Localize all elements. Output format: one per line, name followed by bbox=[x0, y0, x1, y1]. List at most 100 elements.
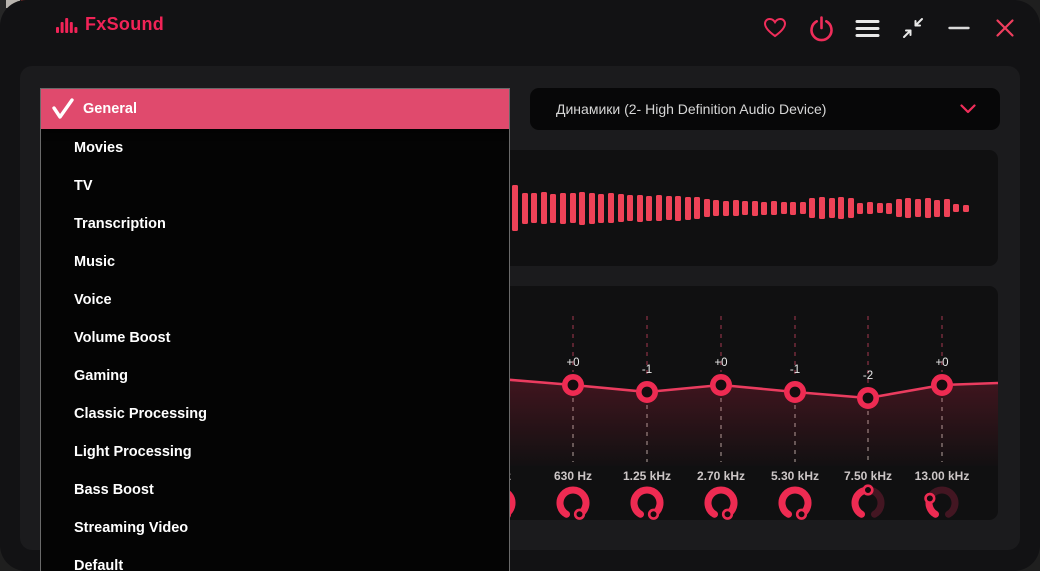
spectrum-bar bbox=[694, 197, 700, 219]
spectrum-bar bbox=[896, 199, 902, 217]
preset-menu-item[interactable]: Volume Boost bbox=[41, 319, 509, 357]
spectrum-bar bbox=[512, 185, 518, 231]
preset-menu-item-label: Voice bbox=[74, 292, 112, 308]
preset-menu-item[interactable]: Voice bbox=[41, 281, 509, 319]
spectrum-bar bbox=[790, 202, 796, 215]
spectrum-bar bbox=[963, 205, 969, 212]
spectrum-bar bbox=[742, 201, 748, 215]
preset-menu-item[interactable]: Streaming Video bbox=[41, 509, 509, 547]
spectrum-bar bbox=[723, 201, 729, 216]
preset-menu-item[interactable]: Bass Boost bbox=[41, 471, 509, 509]
spectrum-bar bbox=[838, 197, 844, 219]
eq-band-handle[interactable] bbox=[565, 377, 581, 393]
preset-menu: General Movies TVTranscriptionMusic Voice Vo… bbox=[40, 88, 510, 571]
eq-band-handle[interactable] bbox=[639, 384, 655, 400]
knob-indicator-dot bbox=[864, 486, 873, 495]
spectrum-bar bbox=[570, 193, 576, 223]
spectrum-bar bbox=[934, 200, 940, 217]
close-icon[interactable] bbox=[982, 0, 1028, 56]
spectrum-bar bbox=[666, 196, 672, 220]
spectrum-bar bbox=[627, 195, 633, 221]
preset-menu-item[interactable]: Gaming bbox=[41, 357, 509, 395]
spectrum-bar bbox=[713, 200, 719, 216]
eq-frequency-label: 2.70 kHz bbox=[697, 469, 745, 483]
spectrum-bar bbox=[608, 193, 614, 223]
equalizer-bars-icon bbox=[56, 16, 78, 34]
preset-menu-items: General Movies TVTranscriptionMusic Voice Vo… bbox=[41, 89, 509, 571]
eq-band-handle[interactable] bbox=[860, 390, 876, 406]
chevron-down-icon bbox=[960, 104, 976, 114]
eq-gain-label: +0 bbox=[714, 357, 727, 369]
eq-frequency-label: 7.50 kHz bbox=[844, 469, 892, 483]
knob-indicator-dot bbox=[797, 510, 806, 519]
preset-menu-item-label: Light Processing bbox=[74, 444, 192, 460]
spectrum-bar bbox=[733, 200, 739, 216]
spectrum-bar bbox=[905, 198, 911, 218]
preset-menu-item-label: Streaming Video bbox=[74, 520, 188, 536]
preset-menu-item-label: Movies bbox=[74, 140, 123, 156]
spectrum-bar bbox=[867, 202, 873, 214]
spectrum-bar bbox=[925, 198, 931, 218]
preset-menu-item[interactable]: Transcription bbox=[41, 205, 509, 243]
eq-band-handle[interactable] bbox=[713, 377, 729, 393]
spectrum-bar bbox=[685, 197, 691, 220]
preset-menu-item-label: Classic Processing bbox=[74, 406, 207, 422]
eq-knob[interactable] bbox=[855, 486, 881, 515]
knob-indicator-dot bbox=[723, 510, 732, 519]
preset-menu-item-label: Bass Boost bbox=[74, 482, 154, 498]
output-device-dropdown[interactable]: Динамики (2- High Definition Audio Devic… bbox=[530, 88, 1000, 130]
preset-menu-item-label: General bbox=[83, 101, 137, 117]
favorite-heart-icon[interactable] bbox=[752, 0, 798, 56]
minimize-icon[interactable] bbox=[936, 0, 982, 56]
preset-menu-item-label: Default bbox=[74, 558, 123, 571]
preset-menu-item[interactable]: Music bbox=[41, 243, 509, 281]
preset-menu-item[interactable]: TV bbox=[41, 167, 509, 205]
spectrum-bar bbox=[781, 202, 787, 214]
knob-indicator-dot bbox=[575, 510, 584, 519]
spectrum-bar bbox=[637, 195, 643, 222]
eq-knob[interactable] bbox=[708, 490, 734, 519]
spectrum-bar bbox=[579, 192, 585, 225]
eq-gain-label: +0 bbox=[935, 357, 948, 369]
eq-knob[interactable] bbox=[560, 490, 586, 519]
spectrum-bar bbox=[589, 193, 595, 224]
power-icon[interactable] bbox=[798, 0, 844, 56]
spectrum-bar bbox=[877, 203, 883, 213]
spectrum-bar bbox=[848, 198, 854, 218]
preset-menu-item-label: Gaming bbox=[74, 368, 128, 384]
spectrum-bar bbox=[915, 199, 921, 217]
eq-gain-label: -2 bbox=[863, 370, 873, 382]
eq-frequency-label: 1.25 kHz bbox=[623, 469, 671, 483]
eq-frequency-label: 5.30 kHz bbox=[771, 469, 819, 483]
spectrum-bar bbox=[809, 198, 815, 218]
preset-menu-item[interactable]: General bbox=[41, 89, 509, 129]
preset-menu-item[interactable]: Classic Processing bbox=[41, 395, 509, 433]
spectrum-bar bbox=[704, 199, 710, 217]
menu-icon[interactable] bbox=[844, 0, 890, 56]
spectrum-bar bbox=[522, 193, 528, 224]
eq-band-handle[interactable] bbox=[934, 377, 950, 393]
titlebar: FxSound bbox=[0, 0, 1040, 56]
eq-band-handle[interactable] bbox=[787, 384, 803, 400]
spectrum-bar bbox=[531, 193, 537, 223]
eq-knob[interactable] bbox=[782, 490, 808, 519]
eq-knob[interactable] bbox=[926, 490, 955, 514]
eq-knob[interactable] bbox=[634, 490, 660, 519]
fxsound-window: FxSound bbox=[0, 0, 1040, 571]
spectrum-bar bbox=[675, 196, 681, 221]
spectrum-bar bbox=[800, 202, 806, 214]
app-title: FxSound bbox=[85, 14, 164, 35]
spectrum-bar bbox=[656, 195, 662, 221]
spectrum-bar bbox=[944, 199, 950, 217]
preset-menu-item[interactable]: Movies bbox=[41, 129, 509, 167]
eq-frequency-label: 13.00 kHz bbox=[915, 469, 970, 483]
spectrum-bar bbox=[953, 204, 959, 212]
output-device-value: Динамики (2- High Definition Audio Devic… bbox=[530, 101, 960, 117]
spectrum-bar bbox=[550, 194, 556, 223]
knob-indicator-dot bbox=[649, 510, 658, 519]
spectrum-bar bbox=[886, 203, 892, 214]
preset-menu-item[interactable]: Default bbox=[41, 547, 509, 571]
spectrum-bar bbox=[541, 192, 547, 224]
compact-view-icon[interactable] bbox=[890, 0, 936, 56]
preset-menu-item[interactable]: Light Processing bbox=[41, 433, 509, 471]
